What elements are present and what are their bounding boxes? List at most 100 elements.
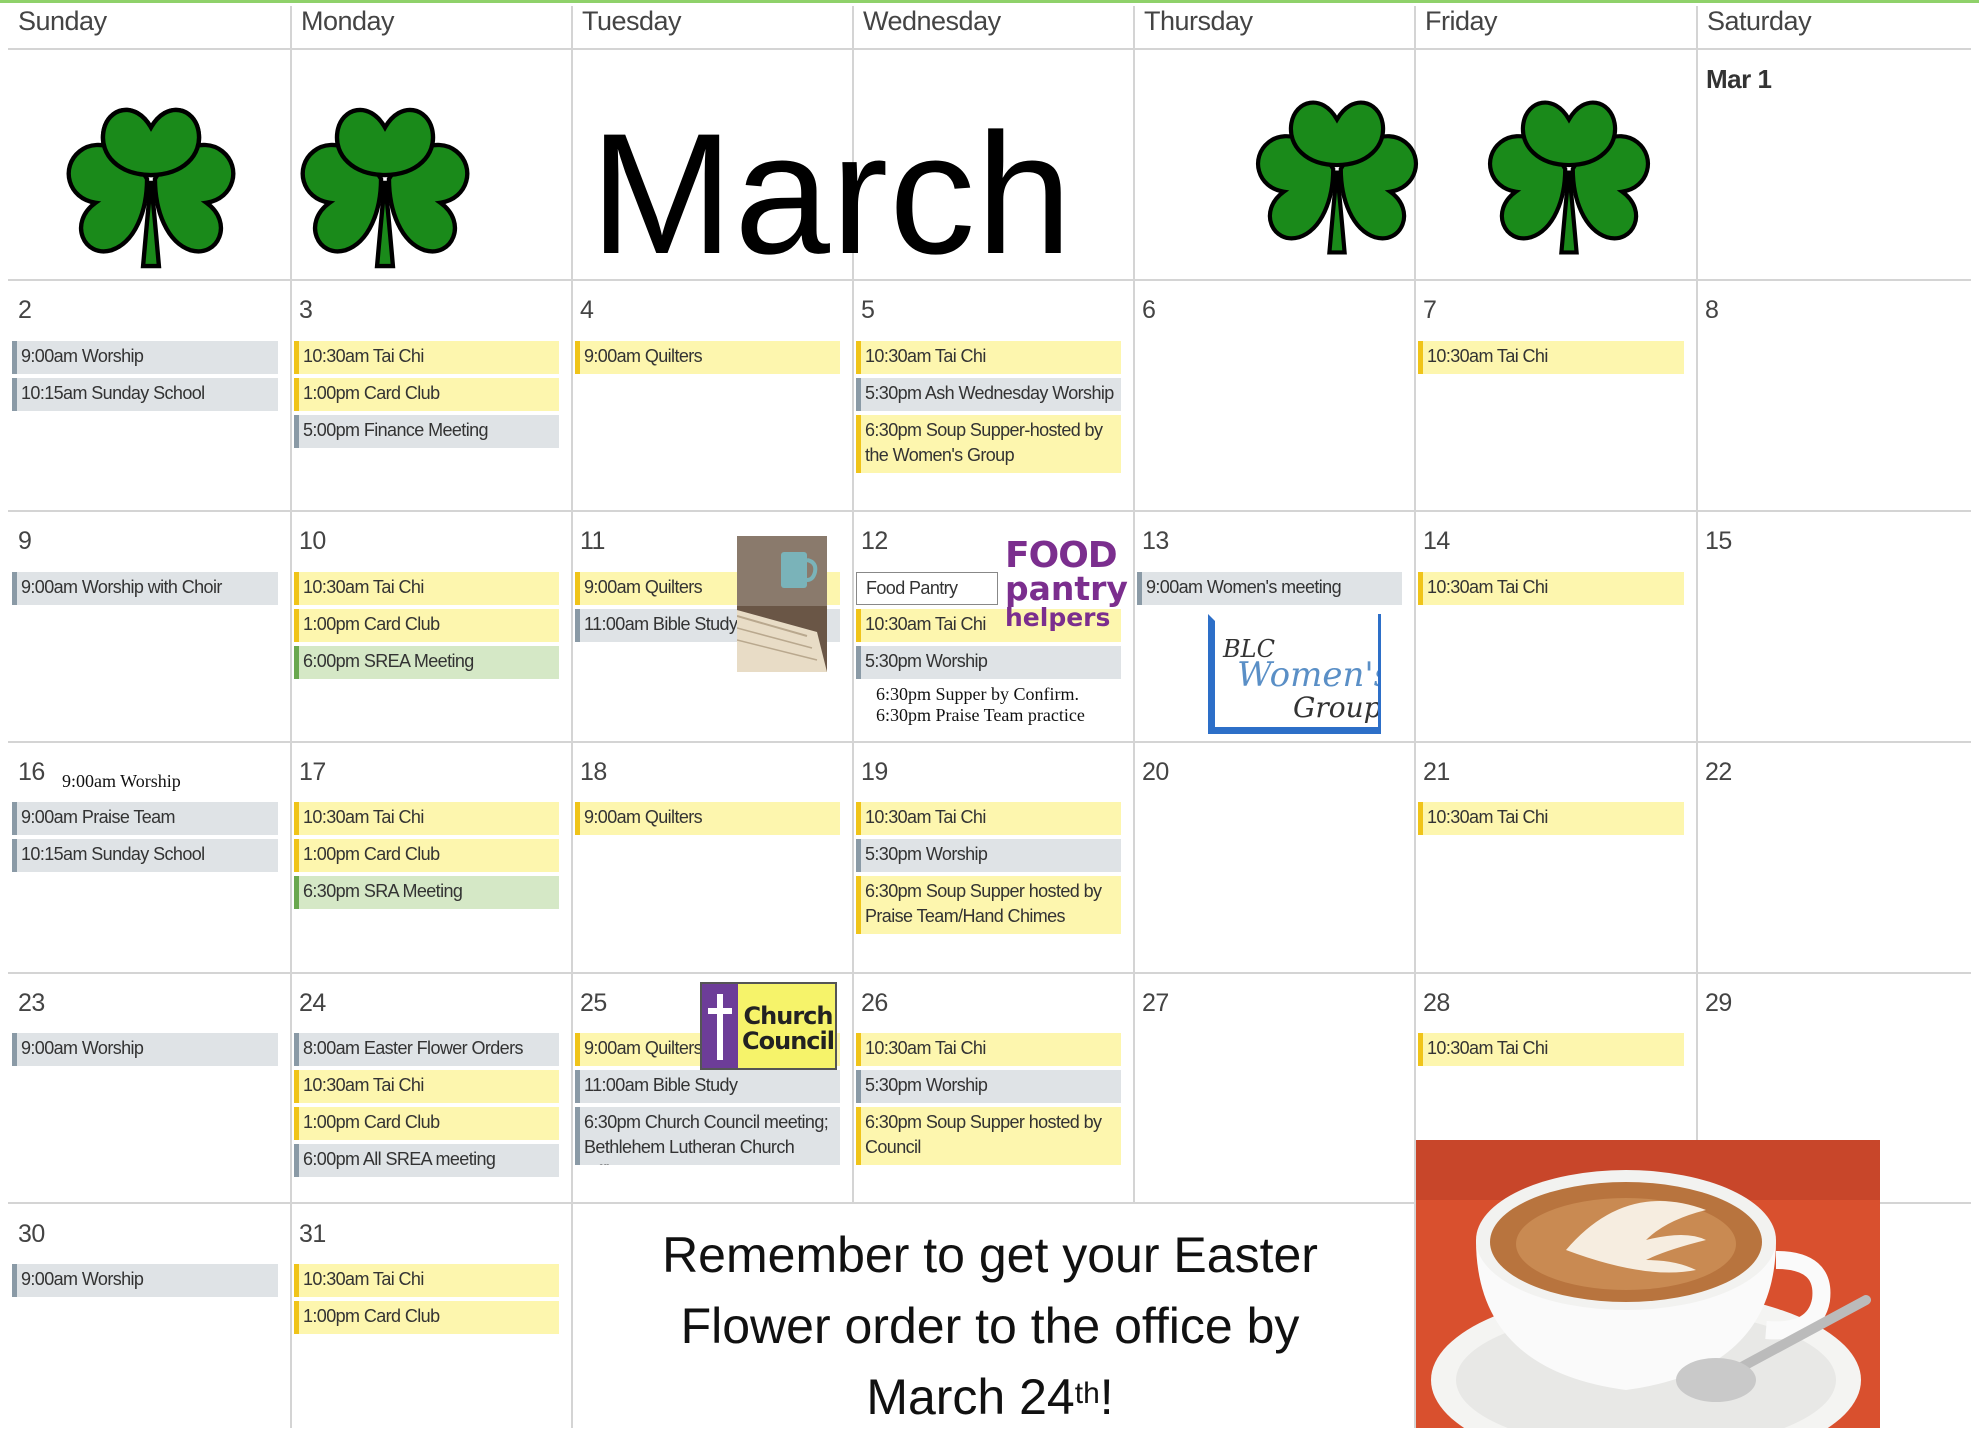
day-number-28[interactable]: 28 [1423, 989, 1450, 1018]
day-number-29[interactable]: 29 [1705, 989, 1732, 1018]
reminder-line-2: Flower order to the office by [680, 1298, 1300, 1354]
easter-flower-reminder: Remember to get your Easter Flower order… [570, 1220, 1410, 1433]
day-number-6[interactable]: 6 [1142, 296, 1156, 325]
day-number-17[interactable]: 17 [299, 758, 326, 787]
womens-group-logo: BLC Women's Group [1208, 614, 1378, 734]
day-number-7[interactable]: 7 [1423, 296, 1437, 325]
day-number-3[interactable]: 3 [299, 296, 313, 325]
day-number-22[interactable]: 22 [1705, 758, 1732, 787]
event-item[interactable]: 10:30am Tai Chi [294, 572, 559, 605]
event-item[interactable]: 10:30am Tai Chi [294, 1264, 559, 1297]
event-item[interactable]: 6:00pm All SREA meeting [294, 1144, 559, 1177]
day-number-2[interactable]: 2 [18, 296, 32, 325]
food-pantry-logo-line: helpers [1005, 603, 1111, 632]
event-item[interactable]: 10:30am Tai Chi [856, 802, 1121, 835]
event-item[interactable]: 5:30pm Worship [856, 646, 1121, 679]
event-item[interactable]: 10:30am Tai Chi [294, 341, 559, 374]
event-item[interactable]: 6:30pm Soup Supper hosted by Praise Team… [856, 876, 1121, 934]
event-item[interactable]: 10:30am Tai Chi [1418, 1033, 1684, 1066]
event-item[interactable]: 9:00am Women's meeting [1137, 572, 1402, 605]
weekday-header-wednesday: Wednesday [863, 6, 1001, 36]
event-text[interactable]: 6:30pm Praise Team practice [876, 705, 1085, 726]
reminder-exclaim: ! [1099, 1369, 1114, 1425]
event-item[interactable]: 10:30am Tai Chi [856, 1033, 1121, 1066]
event-item[interactable]: 10:30am Tai Chi [1418, 341, 1684, 374]
reminder-line-3: March 24th! [570, 1362, 1410, 1433]
event-item[interactable]: 9:00am Quilters [575, 341, 840, 374]
event-item[interactable]: 1:00pm Card Club [294, 378, 559, 411]
event-item[interactable]: 1:00pm Card Club [294, 839, 559, 872]
event-item[interactable]: 10:30am Tai Chi [1418, 572, 1684, 605]
event-item[interactable]: 10:15am Sunday School [12, 839, 278, 872]
day-number-27[interactable]: 27 [1142, 989, 1169, 1018]
event-item[interactable]: 6:30pm SRA Meeting [294, 876, 559, 909]
day-number-30[interactable]: 30 [18, 1220, 45, 1249]
event-item[interactable]: 6:30pm Soup Supper hosted by Council [856, 1107, 1121, 1165]
food-pantry-logo-line: pantry [1005, 569, 1128, 608]
day-number-4[interactable]: 4 [580, 296, 594, 325]
event-item[interactable]: 1:00pm Card Club [294, 1107, 559, 1140]
church-council-logo-text: Church Council [742, 1004, 835, 1054]
day-number-26[interactable]: 26 [861, 989, 888, 1018]
day-number-16[interactable]: 16 [18, 758, 45, 787]
event-item[interactable]: 1:00pm Card Club [294, 609, 559, 642]
event-item[interactable]: 6:30pm Church Council meeting; Bethlehem… [575, 1107, 840, 1165]
church-council-logo: Church Council [700, 982, 837, 1070]
day-number-25[interactable]: 25 [580, 989, 607, 1018]
day-number-23[interactable]: 23 [18, 989, 45, 1018]
event-item[interactable]: 9:00am Worship [12, 1264, 278, 1297]
event-text[interactable]: 9:00am Worship [62, 771, 181, 792]
event-item[interactable]: 1:00pm Card Club [294, 1301, 559, 1334]
event-item[interactable]: 10:15am Sunday School [12, 378, 278, 411]
weekday-header-monday: Monday [301, 6, 395, 36]
weekday-header-tuesday: Tuesday [582, 6, 682, 36]
day-number-11[interactable]: 11 [580, 527, 605, 556]
event-item[interactable]: 6:00pm SREA Meeting [294, 646, 559, 679]
event-text[interactable]: 6:30pm Supper by Confirm. [876, 684, 1079, 705]
reminder-date: March 24 [866, 1369, 1075, 1425]
day-number-31[interactable]: 31 [299, 1220, 326, 1249]
day-number-20[interactable]: 20 [1142, 758, 1169, 787]
cross-icon [708, 1008, 732, 1014]
latte-photo [1416, 1140, 1880, 1428]
top-accent-line [0, 0, 1979, 3]
event-item[interactable]: 9:00am Quilters [575, 802, 840, 835]
event-item[interactable]: 10:30am Tai Chi [856, 341, 1121, 374]
event-item[interactable]: 9:00am Worship [12, 341, 278, 374]
day-number-13[interactable]: 13 [1142, 527, 1169, 556]
day-number-10[interactable]: 10 [299, 527, 326, 556]
event-item[interactable]: 6:30pm Soup Supper-hosted by the Women's… [856, 415, 1121, 473]
day-number-24[interactable]: 24 [299, 989, 326, 1018]
day-number-15[interactable]: 15 [1705, 527, 1732, 556]
day-number-12[interactable]: 12 [861, 527, 888, 556]
event-item[interactable]: 10:30am Tai Chi [1418, 802, 1684, 835]
day-number-21[interactable]: 21 [1423, 758, 1450, 787]
day-number-14[interactable]: 14 [1423, 527, 1450, 556]
event-item[interactable]: 5:00pm Finance Meeting [294, 415, 559, 448]
day-number-5[interactable]: 5 [861, 296, 875, 325]
event-item[interactable]: 9:00am Worship with Choir [12, 572, 278, 605]
event-item[interactable]: 9:00am Worship [12, 1033, 278, 1066]
shamrock-icon [300, 107, 470, 269]
weekday-header-saturday: Saturday [1707, 6, 1812, 36]
event-item[interactable]: 5:30pm Worship [856, 839, 1121, 872]
shamrock-icon [1487, 100, 1651, 255]
event-item[interactable]: 10:30am Tai Chi [294, 1070, 559, 1103]
day-number-19[interactable]: 19 [861, 758, 888, 787]
event-item[interactable]: 10:30am Tai Chi [294, 802, 559, 835]
grid-line [8, 48, 1971, 50]
reminder-date-suffix: th [1074, 1377, 1100, 1410]
event-item[interactable]: 8:00am Easter Flower Orders Due [294, 1033, 559, 1066]
day-number-1[interactable]: Mar 1 [1706, 64, 1772, 95]
event-item[interactable]: 5:30pm Ash Wednesday Worship [856, 378, 1121, 411]
event-item[interactable]: 5:30pm Worship [856, 1070, 1121, 1103]
day-number-8[interactable]: 8 [1705, 296, 1719, 325]
event-item[interactable]: 11:00am Bible Study [575, 1070, 840, 1103]
day-number-18[interactable]: 18 [580, 758, 607, 787]
day-number-9[interactable]: 9 [18, 527, 32, 556]
event-item[interactable]: 9:00am Praise Team [12, 802, 278, 835]
cross-icon [717, 994, 723, 1060]
grid-line [8, 510, 1971, 512]
event-item[interactable]: Food Pantry Helpers [856, 572, 998, 605]
womens-group-logo-text: Women's [1237, 655, 1378, 695]
